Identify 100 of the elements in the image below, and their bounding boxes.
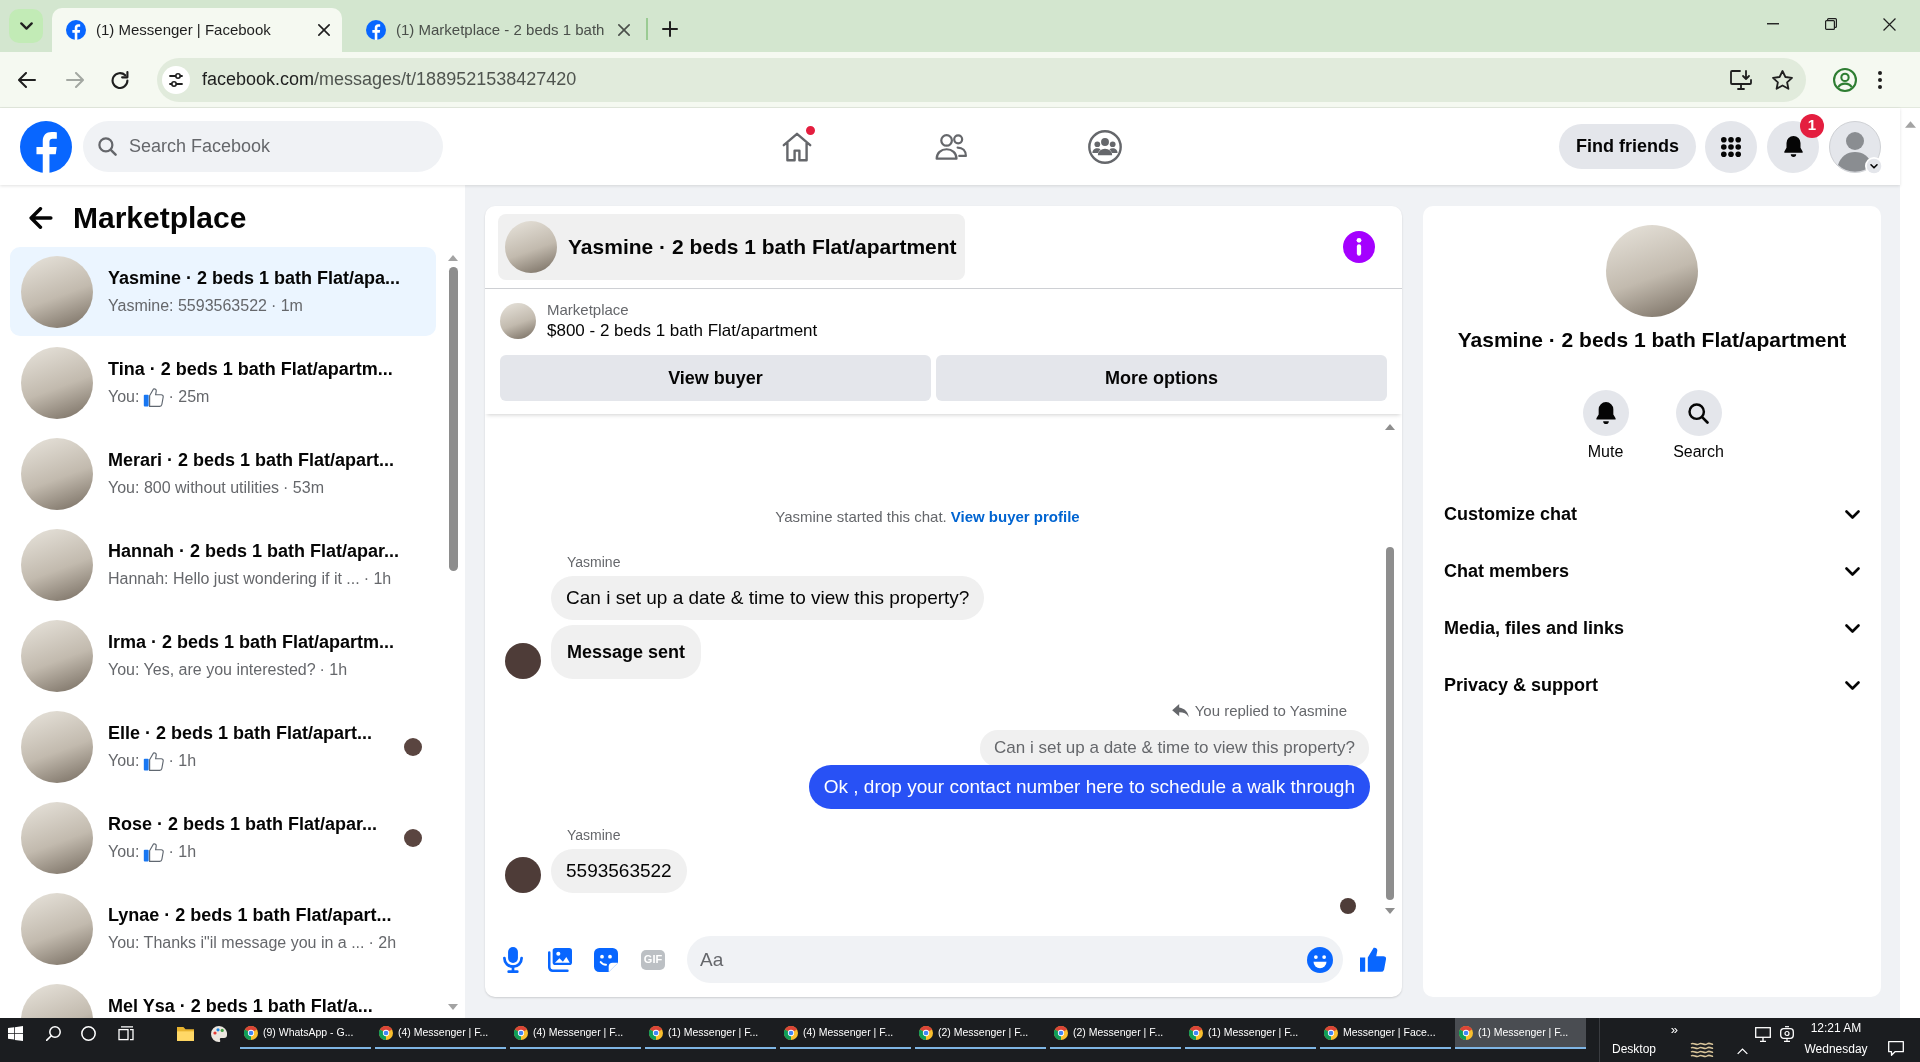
notification-badge: 1 <box>1800 113 1824 138</box>
camera-icon[interactable] <box>1780 1026 1794 1042</box>
site-settings-icon[interactable] <box>162 65 190 94</box>
house-icon[interactable] <box>782 131 812 162</box>
address-bar[interactable]: facebook.com/messages/t/1889521538427420 <box>157 57 1806 102</box>
clock-time[interactable]: 12:21 AM <box>1810 1021 1862 1035</box>
taskbar-window-button[interactable]: (1) Messenger | F... <box>1455 1018 1586 1049</box>
browser-icon <box>1459 1025 1473 1040</box>
thumbs-up-icon <box>143 387 165 407</box>
message-time: · 1h <box>319 660 348 680</box>
search-icon <box>98 137 117 156</box>
scroll-down-arrow-icon[interactable] <box>1384 908 1395 914</box>
browser-icon <box>649 1025 663 1040</box>
star-icon[interactable] <box>1772 69 1793 90</box>
section-toggle[interactable]: Customize chat <box>1423 486 1881 543</box>
arrow-left-icon[interactable] <box>18 71 36 88</box>
scrollbar-thumb[interactable] <box>1385 547 1394 900</box>
message-preview: You: 800 without utilities <box>108 478 280 498</box>
conversation-name: Yasmine · 2 beds 1 bath Flat/apa... <box>108 267 401 289</box>
emoji-icon[interactable] <box>1307 946 1333 973</box>
mute-button[interactable] <box>1582 390 1629 436</box>
find-friends-button[interactable]: Find friends <box>1559 124 1696 169</box>
wavy-lines-icon[interactable] <box>1690 1042 1714 1060</box>
search-button[interactable] <box>1675 390 1722 436</box>
browser-icon <box>244 1025 258 1040</box>
task-view-icon[interactable] <box>118 1026 134 1041</box>
sender-name: Yasmine <box>567 826 621 844</box>
folder-icon[interactable] <box>177 1026 194 1041</box>
close-icon[interactable] <box>1882 17 1896 31</box>
message-preview: You: <box>108 842 140 862</box>
message-time: · 53m <box>283 478 324 498</box>
reply-note: You replied to Yasmine <box>1194 702 1347 720</box>
conversation-name: Tina · 2 beds 1 bath Flat/apartm... <box>108 358 393 380</box>
section-toggle[interactable]: Media, files and links <box>1423 600 1881 657</box>
section-toggle[interactable]: Privacy & support <box>1423 657 1881 714</box>
view-buyer-profile-link[interactable]: View buyer profile <box>950 508 1080 525</box>
message-time: · 1h <box>168 842 197 862</box>
new-tab-icon[interactable] <box>662 21 679 37</box>
info-icon[interactable] <box>1343 231 1375 263</box>
overflow-chevron[interactable]: » <box>1670 1023 1678 1037</box>
view-buyer-button[interactable]: View buyer <box>500 355 931 401</box>
scroll-up-arrow-icon[interactable] <box>1384 424 1395 430</box>
bell-icon <box>1783 136 1803 157</box>
tab-search-button[interactable] <box>9 9 43 43</box>
minimize-icon[interactable] <box>1767 23 1779 25</box>
install-app-icon[interactable] <box>1730 69 1752 90</box>
people-icon[interactable] <box>935 133 967 160</box>
conversation-name: Irma · 2 beds 1 bath Flat/apartm... <box>108 631 395 653</box>
listing-source: Marketplace <box>547 300 630 320</box>
sender-name: Yasmine <box>567 553 621 571</box>
chevron-down-icon[interactable] <box>1865 156 1883 175</box>
browser-icon <box>1054 1025 1068 1040</box>
microphone-icon[interactable] <box>503 946 523 973</box>
close-icon[interactable] <box>318 24 330 36</box>
restore-icon[interactable] <box>1825 18 1837 30</box>
scrollbar-thumb[interactable] <box>448 267 458 571</box>
search-field[interactable]: Search Facebook <box>83 121 443 172</box>
facebook-logo-icon <box>66 20 86 40</box>
message-time: · 1h <box>363 569 392 589</box>
facebook-logo-icon <box>366 20 386 40</box>
browser-tab[interactable]: (1) Marketplace - 2 beds 1 bath <box>352 8 643 52</box>
message-time: · 1h <box>168 751 197 771</box>
conversation-name: Lynae · 2 beds 1 bath Flat/apart... <box>108 904 393 926</box>
more-options-button[interactable]: More options <box>936 355 1387 401</box>
palette-icon[interactable] <box>211 1025 227 1042</box>
browser-tab[interactable]: (1) Messenger | Facebook <box>52 8 342 52</box>
thumbs-up-icon <box>143 751 165 771</box>
reply-icon <box>1171 704 1189 718</box>
reload-icon[interactable] <box>111 70 129 89</box>
listing-photo <box>505 221 557 273</box>
image-icon[interactable] <box>548 947 572 972</box>
conversation-title-button[interactable]: Yasmine · 2 beds 1 bath Flat/apartment <box>498 214 965 280</box>
menu-button[interactable] <box>1705 120 1757 173</box>
search-icon[interactable] <box>46 1026 61 1041</box>
chevron-up-icon[interactable] <box>1737 1047 1748 1055</box>
notifications-button[interactable] <box>1767 120 1819 173</box>
circle-icon[interactable] <box>81 1026 96 1041</box>
menu-icon[interactable] <box>1878 70 1882 89</box>
listing-photo <box>500 303 536 339</box>
close-icon[interactable] <box>618 24 631 36</box>
windows-logo-icon[interactable] <box>8 1026 23 1041</box>
notification-icon[interactable] <box>1888 1041 1904 1056</box>
sticker-icon[interactable] <box>594 947 618 972</box>
clock-day[interactable]: Wednesday <box>1804 1042 1868 1056</box>
browser-icon <box>379 1025 393 1040</box>
thumbs-up-icon[interactable] <box>1360 947 1386 972</box>
arrow-left-icon[interactable] <box>29 207 53 229</box>
people-circle-icon[interactable] <box>1088 129 1122 164</box>
profile-icon[interactable] <box>1833 67 1857 92</box>
thumbs-up-icon <box>143 842 165 862</box>
message-preview: You: <box>108 751 140 771</box>
facebook-logo-icon[interactable] <box>20 120 72 173</box>
desktop-toolbar-label[interactable]: Desktop <box>1612 1042 1690 1056</box>
conversation-row[interactable]: Yasmine · 2 beds 1 bath Flat/apa... Yasmine: 5593563522 · 1m <box>10 247 436 336</box>
section-toggle[interactable]: Chat members <box>1423 543 1881 600</box>
message-input[interactable]: Aa <box>687 936 1343 983</box>
message-bubble: 5593563522 <box>551 849 687 893</box>
monitor-icon[interactable] <box>1755 1026 1771 1042</box>
message-preview: You: <box>108 387 140 407</box>
browser-icon <box>1324 1025 1338 1040</box>
